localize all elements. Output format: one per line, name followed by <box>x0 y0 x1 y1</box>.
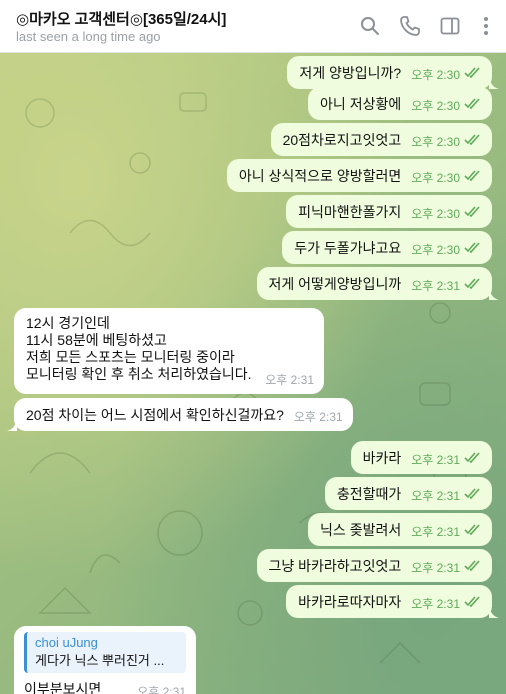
message-time: 오후 2:30 <box>411 99 460 113</box>
message-line: 저희 모든 스포츠는 모니터링 중이라 <box>26 349 235 365</box>
message-bubble-outgoing[interactable]: 20점차로지고잇엇고 오후 2:30 <box>270 123 492 156</box>
reply-author: choi uJung <box>35 635 98 650</box>
message-text: 아니 상식적으로 양방할러면 <box>238 168 402 184</box>
message-bubble-outgoing[interactable]: 저게 양방입니까? 오후 2:30 <box>287 56 499 89</box>
double-check-icon <box>464 132 482 148</box>
message-bubble-outgoing[interactable]: 두가 두폴가냐고요 오후 2:30 <box>282 231 492 264</box>
message-bubble-incoming-reply[interactable]: choi uJung 게다가 닉스 뿌러진거 ... 이부분보시면 오후 2:3… <box>14 626 196 694</box>
message-text: 피닉마핸한폴가지 <box>298 204 402 220</box>
message-time: 오후 2:30 <box>411 135 460 149</box>
message-text: 두가 두폴가냐고요 <box>294 240 402 256</box>
sidebar-icon[interactable] <box>438 14 462 38</box>
message-text: 저게 어떻게양방입니까 <box>268 276 402 292</box>
double-check-icon <box>464 65 482 81</box>
message-time: 오후 2:31 <box>265 373 314 387</box>
chat-title[interactable]: ◎마카오 고객센터◎[365일/24시] <box>16 8 226 29</box>
message-time: 오후 2:31 <box>411 279 460 293</box>
message-time: 오후 2:30 <box>411 171 460 185</box>
double-check-icon <box>464 240 482 256</box>
message-text: 20점차로지고잇엇고 <box>282 132 402 148</box>
double-check-icon <box>464 276 482 292</box>
message-time: 오후 2:31 <box>411 597 460 611</box>
message-bubble-outgoing[interactable]: 그냥 바카라하고잇엇고 오후 2:31 <box>256 549 492 582</box>
double-check-icon <box>464 168 482 184</box>
chat-area[interactable]: 저게 양방입니까? 오후 2:30 아니 저상황에 오후 2:30 20점차로지고잇… <box>0 53 506 694</box>
message-bubble-incoming[interactable]: 12시 경기인데 11시 58분에 베팅하셨고 저희 모든 스포츠는 모니터링 … <box>14 308 324 394</box>
message-time: 오후 2:30 <box>411 207 460 221</box>
message-time: 오후 2:31 <box>293 410 343 424</box>
message-time: 오후 2:31 <box>411 561 460 575</box>
message-time: 오후 2:30 <box>411 243 460 257</box>
message-time: 오후 2:31 <box>411 489 460 503</box>
message-bubble-outgoing[interactable]: 아니 저상황에 오후 2:30 <box>308 87 492 120</box>
message-bubble-outgoing[interactable]: 저게 어떻게양방입니까 오후 2:31 <box>256 267 499 300</box>
message-text: 닉스 좆발려서 <box>320 522 402 538</box>
double-check-icon <box>464 522 482 538</box>
message-bubble-outgoing[interactable]: 아니 상식적으로 양방할러면 오후 2:30 <box>226 159 492 192</box>
message-bubble-incoming[interactable]: 20점 차이는 어느 시점에서 확인하신걸까요? 오후 2:31 <box>7 398 353 431</box>
message-text: 바카라로따자마자 <box>298 594 402 610</box>
message-bubble-outgoing[interactable]: 닉스 좆발려서 오후 2:31 <box>308 513 492 546</box>
phone-icon[interactable] <box>398 14 422 38</box>
message-bubble-outgoing[interactable]: 피닉마핸한폴가지 오후 2:30 <box>286 195 492 228</box>
chat-header: ◎마카오 고객센터◎[365일/24시] last seen a long ti… <box>0 0 506 53</box>
message-time: 오후 2:31 <box>137 685 186 694</box>
message-time: 오후 2:31 <box>411 453 460 467</box>
message-text: 아니 저상황에 <box>320 96 402 112</box>
double-check-icon <box>464 558 482 574</box>
message-text: 저게 양방입니까? <box>299 65 402 81</box>
double-check-icon <box>464 96 482 112</box>
message-text: 20점 차이는 어느 시점에서 확인하신걸까요? <box>26 407 284 423</box>
message-time: 오후 2:30 <box>411 68 460 82</box>
reply-text: 게다가 닉스 뿌러진거 ... <box>35 653 165 668</box>
last-seen-status: last seen a long time ago <box>16 29 161 44</box>
message-bubble-outgoing[interactable]: 바카라 오후 2:31 <box>350 441 492 474</box>
double-check-icon <box>464 486 482 502</box>
double-check-icon <box>464 450 482 466</box>
message-bubble-outgoing[interactable]: 충전할때가 오후 2:31 <box>324 477 492 510</box>
message-text: 이부분보시면 <box>24 681 102 694</box>
double-check-icon <box>464 594 482 610</box>
more-icon[interactable] <box>474 14 498 38</box>
double-check-icon <box>464 204 482 220</box>
reply-preview[interactable]: choi uJung 게다가 닉스 뿌러진거 ... <box>24 632 186 673</box>
message-line: 12시 경기인데 <box>26 315 110 331</box>
message-bubble-outgoing[interactable]: 바카라로따자마자 오후 2:31 <box>286 585 499 618</box>
message-text: 충전할때가 <box>336 486 402 502</box>
search-icon[interactable] <box>358 14 382 38</box>
message-line: 11시 58분에 베팅하셨고 <box>26 332 167 348</box>
message-text: 바카라 <box>362 450 402 466</box>
message-text: 그냥 바카라하고잇엇고 <box>268 558 402 574</box>
message-time: 오후 2:31 <box>411 525 460 539</box>
